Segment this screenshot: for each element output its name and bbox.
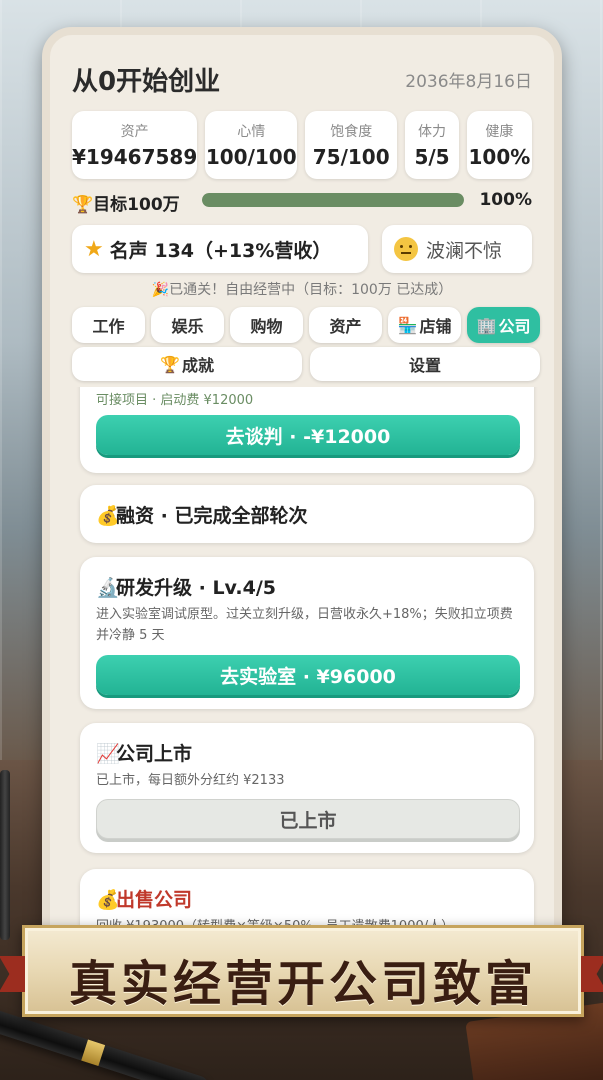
negotiate-button[interactable]: 去谈判 · -¥12000	[96, 415, 520, 455]
stat-health: 健康 100%	[466, 111, 532, 179]
stat-label: 体力	[418, 124, 447, 140]
tab-label: 娱乐	[171, 317, 204, 336]
goal-progress-bar	[202, 193, 464, 207]
game-panel: 从0开始创业 2036年8月16日 资产 ¥19467589 心情 100/10…	[42, 27, 562, 957]
stat-label: 健康	[485, 124, 514, 140]
lab-button[interactable]: 去实验室 · ¥96000	[96, 655, 520, 695]
tab-bar: 工作 娱乐 购物 资产 🏪 店铺 🏢 公司	[72, 307, 540, 343]
mood-box: 波澜不惊	[382, 225, 532, 273]
stats-row: 资产 ¥19467589 心情 100/100 饱食度 75/100 体力 5/…	[72, 111, 532, 179]
stat-stamina: 体力 5/5	[405, 111, 459, 179]
sell-title: 💰出售公司	[96, 885, 192, 912]
game-date: 2036年8月16日	[405, 72, 532, 92]
rnd-title: 🔬研发升级 · Lv.4/5	[96, 573, 276, 600]
tab-company[interactable]: 🏢 公司	[467, 307, 540, 343]
chart-up-icon: 📈	[96, 743, 120, 765]
tab-label: 设置	[408, 356, 441, 375]
stat-value: 100%	[468, 145, 531, 169]
microscope-icon: 🔬	[96, 577, 120, 599]
tab-work[interactable]: 工作	[72, 307, 145, 343]
stat-assets: 资产 ¥19467589	[72, 111, 198, 179]
trophy-icon: 🏆	[72, 195, 94, 215]
tab-label: 店铺	[419, 317, 452, 336]
star-icon: ★	[84, 236, 104, 262]
store-icon: 🏪	[397, 315, 418, 335]
rnd-desc: 进入实验室调试原型。过关立刻升级，日营收永久+18%；失败扣立项费并冷静 5 天	[96, 607, 513, 643]
tab-shop[interactable]: 🏪 店铺	[388, 307, 461, 343]
stat-value: 100/100	[205, 145, 297, 169]
ipo-card: 📈公司上市 已上市，每日额外分红约 ¥2133 已上市	[80, 723, 534, 853]
banner-text: 真实经营开公司致富	[68, 956, 537, 1012]
financing-title: 💰融资 · 已完成全部轮次	[96, 501, 307, 528]
goal-label: 🏆目标100万	[72, 190, 180, 215]
stat-value: ¥19467589	[72, 145, 198, 169]
stat-label: 资产	[120, 124, 149, 140]
neutral-face-icon	[394, 237, 418, 261]
tab-label: 成就	[181, 356, 214, 375]
ipo-text: 公司上市	[116, 743, 193, 765]
pen-decoration	[0, 770, 10, 940]
tab-bar-secondary: 🏆 成就 设置	[72, 347, 540, 381]
tab-achievements[interactable]: 🏆 成就	[72, 347, 302, 381]
goal-row: 🏆目标100万 100%	[72, 187, 532, 217]
negotiate-desc: 可接项目 · 启动费 ¥12000	[96, 393, 254, 408]
mood-text: 波澜不惊	[426, 239, 503, 262]
tab-label: 工作	[92, 317, 125, 336]
stat-label: 心情	[237, 124, 266, 140]
rnd-card: 🔬研发升级 · Lv.4/5 进入实验室调试原型。过关立刻升级，日营收永久+18…	[80, 557, 534, 709]
stat-satiety: 饱食度 75/100	[305, 111, 398, 179]
game-title: 从0开始创业	[72, 67, 221, 97]
tab-shopping[interactable]: 购物	[230, 307, 303, 343]
tab-label: 资产	[329, 317, 362, 336]
company-content[interactable]: 可接项目 · 启动费 ¥12000 去谈判 · -¥12000 💰融资 · 已完…	[72, 387, 540, 949]
sell-text: 出售公司	[116, 889, 193, 911]
trophy-icon: 🏆	[160, 354, 180, 374]
ipo-desc: 已上市，每日额外分红约 ¥2133	[96, 773, 285, 788]
stat-value: 75/100	[312, 145, 390, 169]
ipo-listed-button[interactable]: 已上市	[96, 799, 520, 839]
tab-entertainment[interactable]: 娱乐	[151, 307, 224, 343]
rnd-text: 研发升级 · Lv.4/5	[116, 577, 276, 599]
tab-assets[interactable]: 资产	[309, 307, 382, 343]
financing-text: 融资 · 已完成全部轮次	[116, 505, 308, 527]
goal-percent: 100%	[479, 190, 532, 210]
financing-card: 💰融资 · 已完成全部轮次	[80, 485, 534, 543]
goal-text: 目标100万	[93, 195, 180, 215]
status-row: ★ 名声 134（+13%营收） 波澜不惊	[72, 225, 532, 273]
tab-settings[interactable]: 设置	[310, 347, 540, 381]
ipo-title: 📈公司上市	[96, 739, 192, 766]
negotiate-card: 可接项目 · 启动费 ¥12000 去谈判 · -¥12000	[80, 387, 534, 473]
fame-box: ★ 名声 134（+13%营收）	[72, 225, 368, 273]
money-bag-icon: 💰	[96, 889, 120, 911]
banner-plate: 真实经营开公司致富	[22, 925, 584, 1017]
header: 从0开始创业 2036年8月16日	[72, 61, 532, 101]
building-icon: 🏢	[476, 315, 497, 335]
tab-label: 公司	[498, 317, 531, 336]
fame-text: 名声 134（+13%营收）	[109, 239, 332, 262]
money-bag-icon: 💰	[96, 505, 120, 527]
tab-label: 购物	[250, 317, 283, 336]
stat-mood: 心情 100/100	[205, 111, 298, 179]
stat-value: 5/5	[414, 145, 450, 169]
stat-label: 饱食度	[330, 124, 373, 140]
goal-progress-fill	[202, 193, 464, 207]
cleared-notice: 🎉已通关！自由经营中（目标：100万 已达成）	[151, 282, 453, 298]
promo-banner: 真实经营开公司致富	[0, 925, 603, 1035]
